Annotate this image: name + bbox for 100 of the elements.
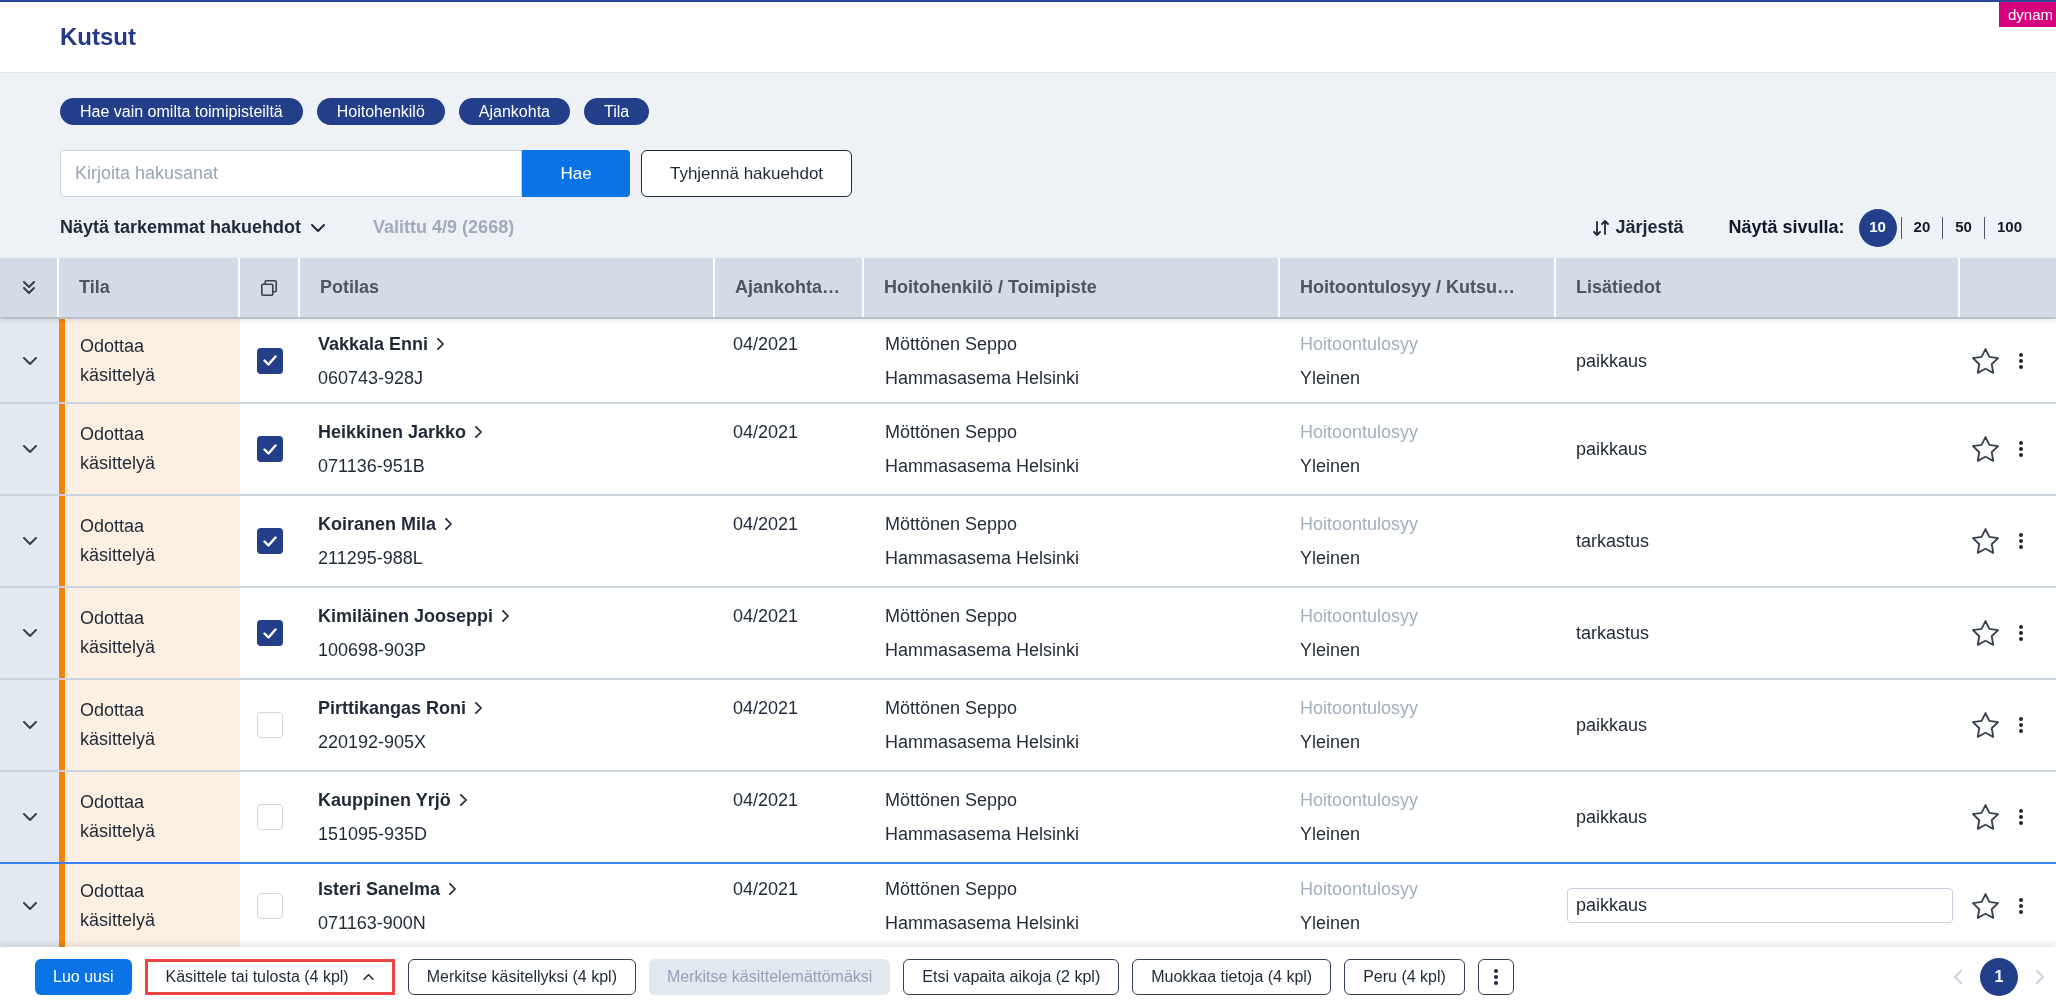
page-size-option[interactable]: 20 xyxy=(1901,208,1943,247)
reason-value: Yleinen xyxy=(1300,731,1361,754)
chevron-right-icon xyxy=(2036,969,2044,984)
kebab-menu-icon xyxy=(2019,809,2023,825)
status-text: Odottaa käsittelyä xyxy=(80,699,157,751)
reason-value: Yleinen xyxy=(1300,639,1361,662)
status-text: Odottaa käsittelyä xyxy=(80,423,157,475)
clinic-name: Hammasasema Helsinki xyxy=(885,911,1080,935)
chevron-down-icon xyxy=(311,223,326,232)
patient-name-link[interactable]: Vakkala Enni xyxy=(318,330,445,357)
clinic-name: Hammasasema Helsinki xyxy=(885,731,1080,754)
filter-chip[interactable]: Hoitohenkilö xyxy=(316,98,445,125)
row-checkbox[interactable] xyxy=(257,620,283,646)
more-filters-toggle[interactable]: Näytä tarkemmat hakuehdot xyxy=(60,214,326,241)
search-input[interactable]: Kirjoita hakusanat xyxy=(60,150,522,197)
patient-id: 071163-900N xyxy=(318,911,426,935)
patient-id: 211295-988L xyxy=(318,547,423,570)
kebab-menu-icon xyxy=(2019,717,2023,733)
row-checkbox[interactable] xyxy=(257,528,283,554)
chevron-right-icon xyxy=(502,610,510,622)
reason-label: Hoitoontulosyy xyxy=(1300,332,1419,356)
reason-value: Yleinen xyxy=(1300,823,1361,846)
patient-name-link[interactable]: Koiranen Mila xyxy=(318,511,453,537)
chevron-right-icon xyxy=(459,794,467,806)
row-checkbox[interactable] xyxy=(257,436,283,462)
clinic-name: Hammasasema Helsinki xyxy=(885,639,1080,662)
notes-text: paikkaus xyxy=(1576,438,1648,461)
staff-name: Möttönen Seppo xyxy=(885,697,1018,720)
staff-name: Möttönen Seppo xyxy=(885,421,1018,444)
more-actions-button[interactable] xyxy=(1477,958,1514,995)
staff-name: Möttönen Seppo xyxy=(885,877,1018,901)
row-checkbox[interactable] xyxy=(257,347,283,374)
appointment-date: 04/2021 xyxy=(733,789,799,812)
staff-name: Möttönen Seppo xyxy=(885,605,1018,628)
action-button[interactable]: Muokkaa tietoja (4 kpl) xyxy=(1132,958,1332,995)
sort-arrows-icon xyxy=(1593,218,1610,237)
chevron-down-icon xyxy=(22,901,37,910)
notes-text: paikkaus xyxy=(1576,349,1648,373)
patient-name-link[interactable]: Pirttikangas Roni xyxy=(318,695,483,721)
selection-summary: Valittu 4/9 (2668) xyxy=(373,216,515,239)
create-button[interactable]: Luo uusi xyxy=(35,958,132,995)
notes-input[interactable]: paikkaus xyxy=(1567,888,1953,923)
reason-value: Yleinen xyxy=(1300,455,1361,478)
page-size-option[interactable]: 10 xyxy=(1858,208,1897,247)
search-button[interactable]: Hae xyxy=(522,150,630,197)
staff-name: Möttönen Seppo xyxy=(885,789,1018,812)
patient-id: 060743-928J xyxy=(318,366,424,390)
appointment-date: 04/2021 xyxy=(733,877,799,901)
chevron-right-icon xyxy=(449,882,457,895)
chevron-down-icon xyxy=(22,721,37,729)
patient-name-link[interactable]: Isteri Sanelma xyxy=(318,875,457,902)
action-button[interactable]: Peru (4 kpl) xyxy=(1344,958,1465,995)
patient-name-link[interactable]: Heikkinen Jarkko xyxy=(318,419,483,445)
chevron-up-icon xyxy=(362,973,374,980)
patient-name-link[interactable]: Kauppinen Yrjö xyxy=(318,787,467,813)
clear-filters-button[interactable]: Tyhjennä hakuehdot xyxy=(641,150,852,197)
row-checkbox[interactable] xyxy=(257,712,283,738)
kebab-menu-icon xyxy=(2019,625,2023,641)
appointment-date: 04/2021 xyxy=(733,421,799,444)
chevron-right-icon xyxy=(475,702,483,714)
filter-chip[interactable]: Tila xyxy=(584,98,650,125)
patient-id: 151095-935D xyxy=(318,823,428,846)
row-checkbox[interactable] xyxy=(257,892,283,919)
filter-chip[interactable]: Hae vain omilta toimipisteiltä xyxy=(60,98,303,125)
page-size-option[interactable]: 100 xyxy=(1984,208,2034,247)
status-text: Odottaa käsittelyä xyxy=(80,334,157,387)
row-checkbox[interactable] xyxy=(257,804,283,830)
page-number[interactable]: 1 xyxy=(1980,957,2018,996)
staff-name: Möttönen Seppo xyxy=(885,332,1018,356)
process-menu-button[interactable]: Käsittele tai tulosta (4 kpl) xyxy=(144,958,395,995)
notes-text: paikkaus xyxy=(1576,714,1648,737)
page-size-label: Näytä sivulla: xyxy=(1728,216,1845,239)
reason-value: Yleinen xyxy=(1300,366,1361,390)
reason-label: Hoitoontulosyy xyxy=(1300,697,1419,720)
reason-label: Hoitoontulosyy xyxy=(1300,789,1419,812)
page-size-option[interactable]: 50 xyxy=(1943,208,1984,247)
clinic-name: Hammasasema Helsinki xyxy=(885,455,1080,478)
filter-chip[interactable]: Ajankohta xyxy=(458,98,570,125)
action-button[interactable]: Merkitse käsitellyksi (4 kpl) xyxy=(407,958,636,995)
environment-badge: dynam xyxy=(1998,2,2056,27)
chevron-right-icon xyxy=(445,518,453,530)
reason-value: Yleinen xyxy=(1300,547,1361,570)
chevron-right-icon xyxy=(437,337,445,350)
reason-label: Hoitoontulosyy xyxy=(1300,513,1419,536)
clinic-name: Hammasasema Helsinki xyxy=(885,547,1080,570)
notes-text: tarkastus xyxy=(1576,622,1650,645)
chevron-down-icon xyxy=(22,629,37,637)
reason-label: Hoitoontulosyy xyxy=(1300,421,1419,444)
appointment-date: 04/2021 xyxy=(733,332,799,356)
status-text: Odottaa käsittelyä xyxy=(80,607,157,659)
reason-label: Hoitoontulosyy xyxy=(1300,605,1419,628)
chevron-down-icon xyxy=(22,537,37,545)
kebab-menu-icon xyxy=(2019,352,2023,369)
sort-button[interactable]: Järjestä xyxy=(1593,214,1684,241)
patient-name-link[interactable]: Kimiläinen Jooseppi xyxy=(318,603,510,629)
notes-text: tarkastus xyxy=(1576,530,1650,553)
action-button[interactable]: Etsi vapaita aikoja (2 kpl) xyxy=(903,958,1120,995)
kebab-menu-icon xyxy=(1493,968,1498,985)
patient-id: 100698-903P xyxy=(318,639,427,662)
clinic-name: Hammasasema Helsinki xyxy=(885,823,1080,846)
